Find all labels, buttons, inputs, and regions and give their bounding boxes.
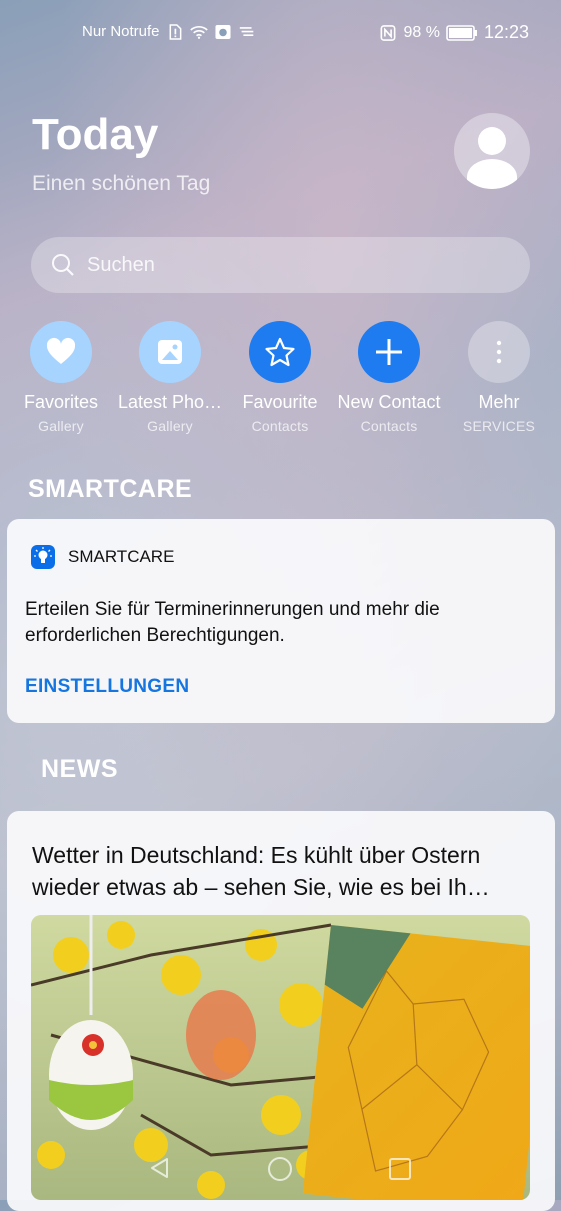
quick-action-latest-photos[interactable]: Latest Pho… Gallery [115,321,225,434]
quick-action-sub: Contacts [251,418,309,434]
nfc-icon [381,24,396,41]
lightbulb-icon [31,545,55,569]
hotspot-icon [239,26,253,36]
search-placeholder: Suchen [87,254,155,276]
quick-action-sub: Gallery [147,418,193,434]
navigation-bar [0,1150,561,1200]
quick-action-more[interactable]: Mehr SERVICES [444,321,554,434]
quick-action-label: Latest Pho… [117,392,223,412]
avatar-head [478,127,506,155]
smartcare-app-name: SMARTCARE [68,547,175,566]
smartcare-message: Erteilen Sie für Terminerinnerungen und … [25,599,440,646]
settings-button[interactable]: EINSTELLUNGEN [25,676,189,698]
back-icon[interactable] [148,1156,172,1180]
carrier-label: Nur Notrufe [82,23,160,40]
news-section-title: NEWS [41,755,118,783]
wifi-icon [189,25,208,39]
smartcare-card[interactable]: SMARTCARE Erteilen Sie für Terminerinner… [7,519,555,723]
quick-action-label: Mehr [478,392,520,412]
smartcare-section-title: SMARTCARE [28,475,193,503]
battery-icon [446,24,477,41]
clock: 12:23 [483,22,529,42]
home-icon[interactable] [267,1156,293,1182]
status-bar: Nur Notrufe 98 % 12:23 [0,0,561,64]
search-icon [52,254,74,276]
quick-action-label: Favorites [23,392,99,412]
battery-percent: 98 % [403,23,440,41]
smartcare-app-row: SMARTCARE [31,545,174,569]
news-headline[interactable]: Wetter in Deutschland: Es kühlt über Ost… [32,839,532,903]
search-input[interactable]: Suchen [31,237,530,293]
user-avatar-icon[interactable] [454,113,530,189]
quick-action-favorites[interactable]: Favorites Gallery [6,321,116,434]
star-icon [249,321,311,383]
sim-alert-icon [169,23,181,40]
sim-card-icon [215,24,231,39]
quick-action-label: Favourite [242,392,318,412]
quick-action-favourite-contacts[interactable]: Favourite Contacts [225,321,335,434]
heart-icon [30,321,92,383]
plus-icon [358,321,420,383]
quick-action-sub: SERVICES [462,418,536,434]
quick-action-label: New Contact [337,392,441,412]
quick-action-new-contact[interactable]: New Contact Contacts [334,321,444,434]
more-icon [468,321,530,383]
recents-icon[interactable] [388,1157,412,1181]
photo-icon [139,321,201,383]
quick-action-sub: Gallery [38,418,84,434]
page-subtitle: Einen schönen Tag [32,172,211,195]
page-title: Today [32,110,159,159]
avatar-body [467,159,517,189]
quick-action-sub: Contacts [360,418,418,434]
